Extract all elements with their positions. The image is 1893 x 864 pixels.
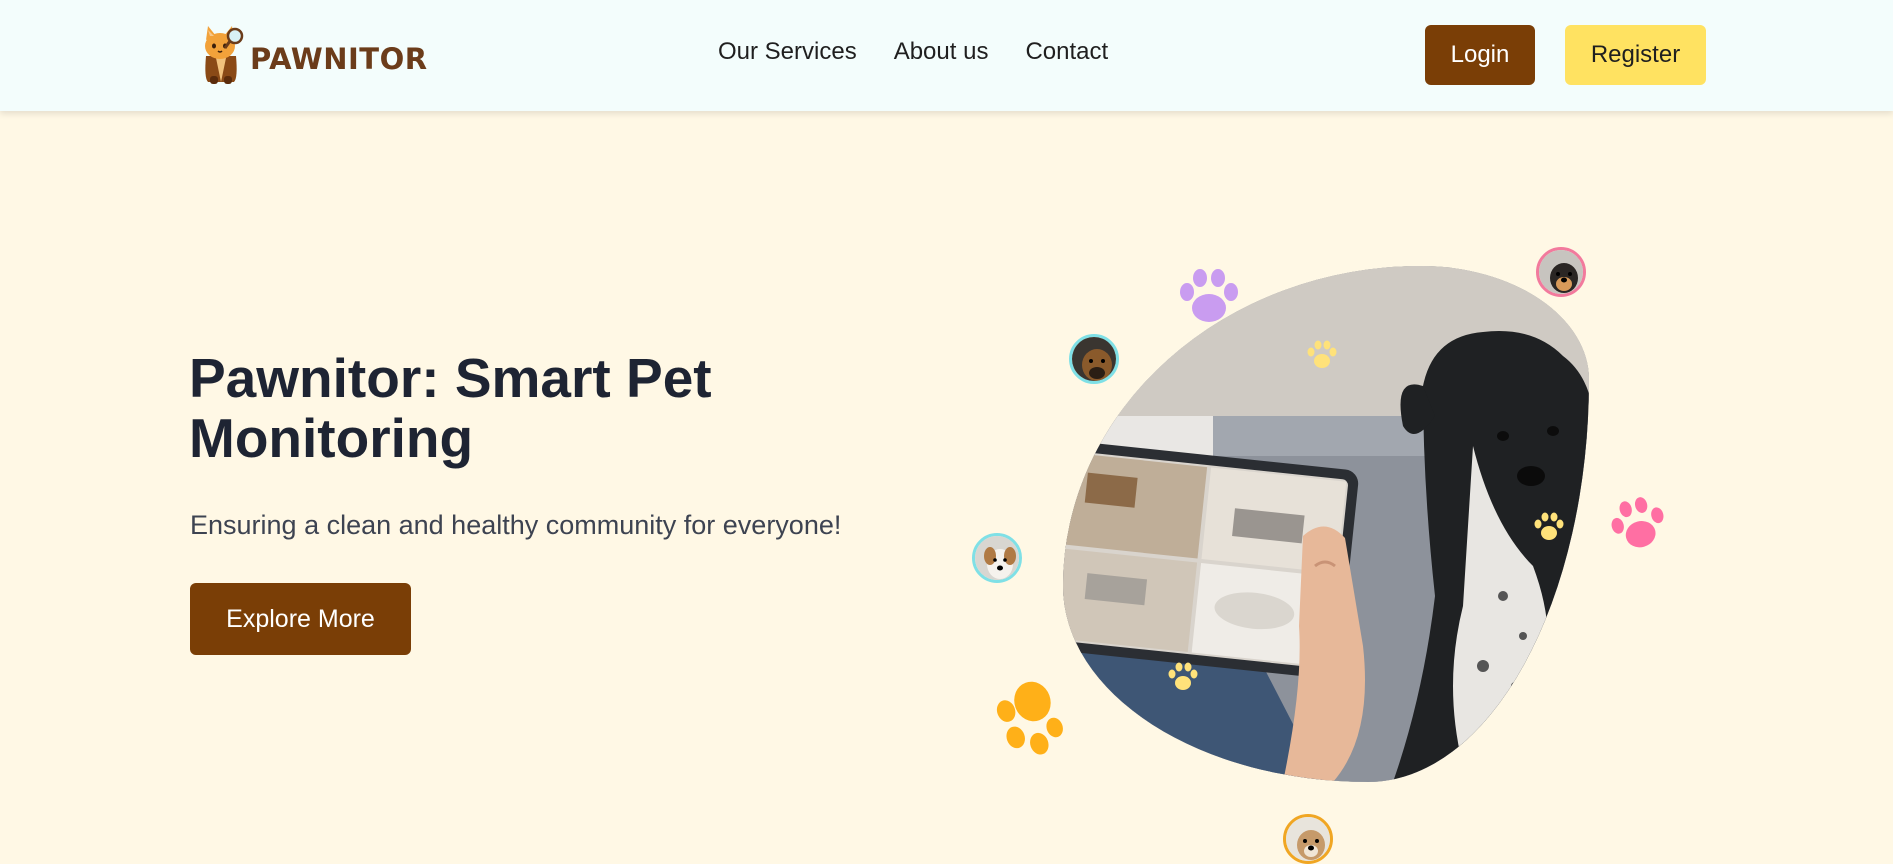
brand-name: PAWNITOR — [250, 42, 428, 76]
cat-mascot-logo-icon — [205, 26, 244, 84]
paw-yellow-on-dog-icon — [1534, 512, 1564, 540]
nav-link-contact[interactable]: Contact — [1025, 38, 1108, 66]
paw-yellow-bottom-icon — [1168, 662, 1198, 690]
nav-link-our-services[interactable]: Our Services — [718, 38, 857, 66]
dog-avatar-jack-russell — [972, 533, 1022, 583]
boxer-dog-icon — [1072, 337, 1116, 381]
dog-avatar-beagle — [1536, 247, 1586, 297]
explore-more-button[interactable]: Explore More — [190, 583, 411, 655]
paw-purple-icon — [1180, 269, 1238, 322]
dog-avatar-bottom — [1283, 814, 1333, 864]
navbar: PAWNITOR Our Services About us Contact L… — [0, 0, 1893, 111]
hero-subtitle: Ensuring a clean and healthy community f… — [190, 510, 842, 540]
login-button[interactable]: Login — [1425, 25, 1535, 85]
hero-title: Pawnitor: Smart Pet Monitoring — [189, 347, 712, 469]
dog-avatar-boxer — [1069, 334, 1119, 384]
paw-yellow-small-icon — [1307, 340, 1337, 368]
main-nav: Our Services About us Contact — [718, 38, 1108, 66]
paw-orange-icon — [996, 681, 1063, 755]
nav-link-about-us[interactable]: About us — [894, 38, 989, 66]
brand-logo[interactable]: PAWNITOR — [198, 22, 428, 84]
paw-pink-icon — [1611, 497, 1664, 548]
register-button[interactable]: Register — [1565, 25, 1706, 85]
jack-russell-dog-icon — [975, 536, 1019, 580]
terrier-dog-icon — [1286, 817, 1330, 861]
beagle-dog-icon — [1539, 250, 1583, 294]
